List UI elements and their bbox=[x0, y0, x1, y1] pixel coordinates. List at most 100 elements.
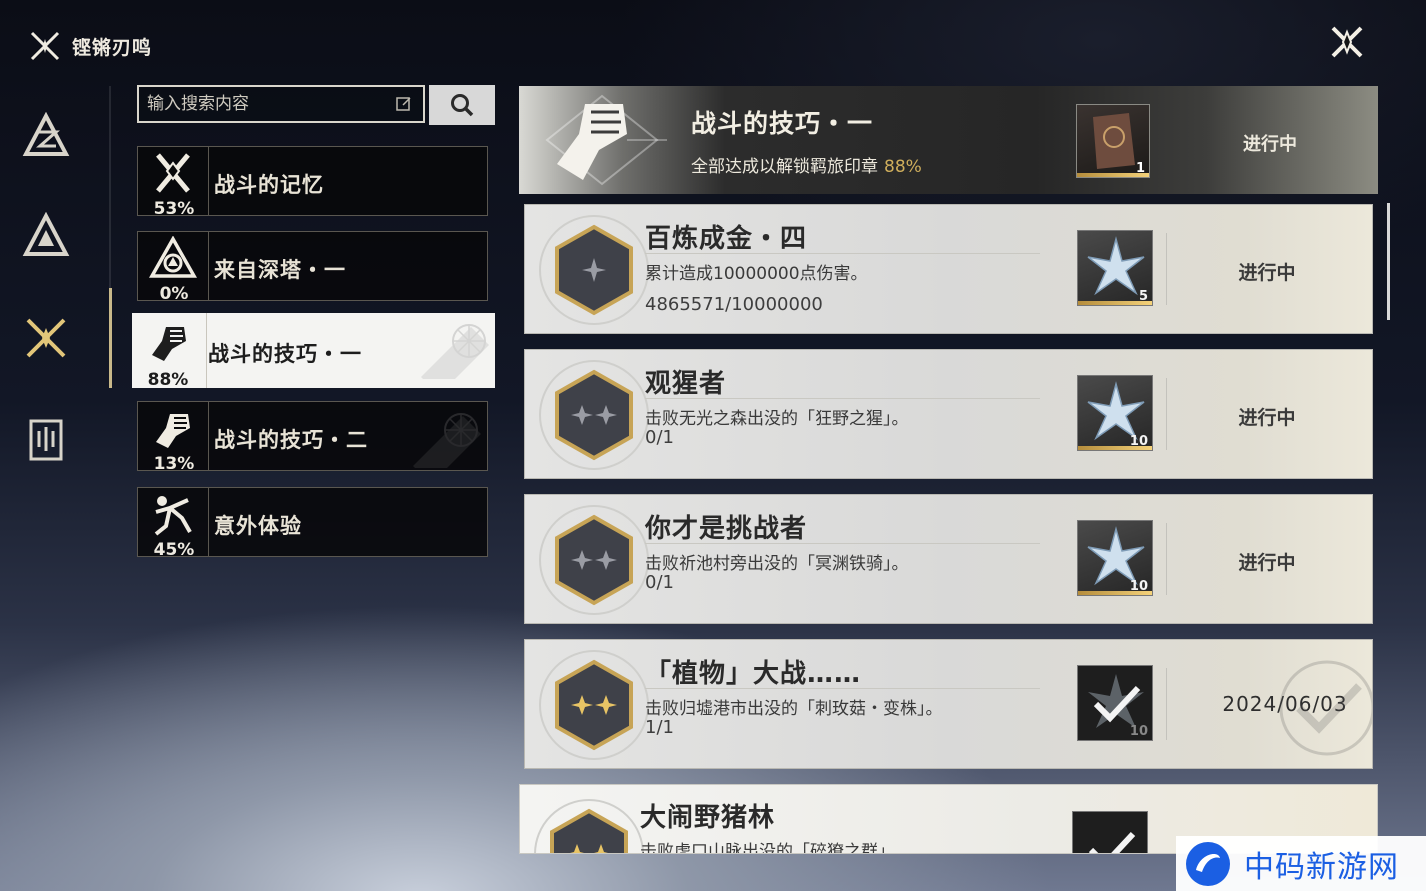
close-button[interactable] bbox=[1325, 20, 1369, 64]
reward-slot-claimed[interactable] bbox=[1072, 811, 1148, 853]
category-icon-box: 0% bbox=[138, 232, 209, 301]
app-header: 铿锵刃鸣 bbox=[28, 26, 152, 66]
divider bbox=[645, 398, 1040, 399]
achievement-status: 进行中 bbox=[1238, 552, 1296, 574]
divider bbox=[1166, 668, 1167, 740]
summary-reward-slot[interactable]: 1 bbox=[1076, 104, 1150, 178]
achievement-title: 观猩者 bbox=[645, 369, 727, 399]
app-title: 铿锵刃鸣 bbox=[72, 36, 153, 59]
reward-slot[interactable]: 5 bbox=[1077, 230, 1153, 306]
fist-icon bbox=[152, 327, 186, 361]
category-label: 来自深塔・一 bbox=[214, 258, 346, 282]
rail-tab-combat[interactable] bbox=[20, 110, 72, 162]
achievement-status: 进行中 bbox=[1238, 262, 1296, 284]
summary-percent: 88% bbox=[884, 157, 922, 177]
category-item[interactable]: 13% 战斗的技巧・二 bbox=[137, 401, 488, 471]
summary-description: 全部达成以解锁羁旅印章 88% bbox=[691, 152, 922, 177]
achievement-progress: 1/1 bbox=[645, 717, 674, 738]
category-percent: 13% bbox=[153, 454, 195, 471]
reward-slot-claimed[interactable]: 10 bbox=[1077, 665, 1153, 741]
achievement-title: 大闹野猪林 bbox=[640, 803, 776, 833]
fist-emblem-icon bbox=[545, 94, 667, 186]
peak-emblem-icon bbox=[22, 212, 70, 256]
search-icon bbox=[451, 94, 474, 117]
divider bbox=[645, 253, 1040, 254]
achievement-card: 你才是挑战者 击败祈池村旁出没的「冥渊铁骑」。 0/1 10 进行中 bbox=[524, 494, 1373, 624]
book-icon bbox=[29, 419, 63, 461]
category-item[interactable]: 53% 战斗的记忆 bbox=[137, 146, 488, 216]
achievement-title: 「植物」大战…… bbox=[645, 659, 862, 689]
rail-tab-blades[interactable] bbox=[20, 312, 72, 364]
reward-slot[interactable]: 10 bbox=[1077, 375, 1153, 451]
list-scrollbar[interactable] bbox=[1387, 203, 1390, 320]
achievement-description: 累计造成10000000点伤害。 bbox=[645, 264, 868, 284]
achievement-title: 你才是挑战者 bbox=[645, 514, 808, 544]
category-label: 意外体验 bbox=[214, 514, 302, 538]
crossed-blades-logo-icon bbox=[30, 31, 60, 61]
reward-rarity-bar bbox=[1077, 173, 1149, 177]
compass-decoration-icon bbox=[413, 413, 481, 468]
category-icon-box: 13% bbox=[138, 402, 209, 471]
achievement-card-completed: 「植物」大战…… 击败归墟港市出没的「刺玫菇・变株」。 1/1 10 2024/… bbox=[524, 639, 1373, 769]
achievement-description: 击败归墟港市出没的「刺玫菇・变株」。 bbox=[645, 699, 943, 719]
site-watermark: 中码新游网 bbox=[1176, 836, 1426, 891]
triangle-emblem-icon bbox=[22, 112, 70, 156]
tower-triangle-icon bbox=[148, 236, 198, 278]
category-item[interactable]: 0% 来自深塔・一 bbox=[137, 231, 488, 301]
reward-rarity-bar bbox=[1078, 591, 1152, 595]
watermark-text: 中码新游网 bbox=[1244, 849, 1399, 885]
category-icon-box: 88% bbox=[132, 313, 207, 388]
achievement-card: 百炼成金・四 累计造成10000000点伤害。 4865571/10000000… bbox=[524, 204, 1373, 334]
category-percent: 0% bbox=[159, 284, 189, 301]
watermark-logo-icon bbox=[1186, 841, 1230, 886]
reward-rarity-bar bbox=[1078, 301, 1152, 305]
achievement-progress: 0/1 bbox=[645, 427, 674, 448]
rail-tab-collection[interactable] bbox=[20, 414, 72, 466]
divider bbox=[645, 543, 1040, 544]
category-icon-box: 53% bbox=[138, 147, 209, 216]
summary-status: 进行中 bbox=[1243, 134, 1297, 155]
reward-slot[interactable]: 10 bbox=[1077, 520, 1153, 596]
category-item[interactable]: 45% 意外体验 bbox=[137, 487, 488, 557]
crossed-blades-icon bbox=[26, 318, 66, 358]
search-button[interactable] bbox=[429, 85, 495, 125]
fist-icon bbox=[156, 414, 190, 448]
achievement-progress: 0/1 bbox=[645, 572, 674, 593]
summary-desc-text: 全部达成以解锁羁旅印章 bbox=[691, 157, 878, 177]
search-input[interactable] bbox=[139, 86, 395, 122]
category-label: 战斗的技巧・二 bbox=[214, 428, 368, 452]
hexagon-medal-icon bbox=[539, 505, 649, 615]
reward-count: 10 bbox=[1129, 724, 1148, 739]
reward-rarity-bar bbox=[1078, 446, 1152, 450]
compass-decoration-icon bbox=[421, 324, 489, 379]
hexagon-medal-icon bbox=[539, 215, 649, 325]
achievement-status: 进行中 bbox=[1238, 407, 1296, 429]
search-box bbox=[137, 85, 425, 123]
falling-person-icon bbox=[154, 496, 192, 536]
crossed-swords-icon bbox=[156, 153, 190, 193]
completed-stamp-icon bbox=[1279, 660, 1372, 756]
achievement-description: 击败虎口山脉出没的「碎獠之群」。 bbox=[640, 842, 904, 854]
divider bbox=[645, 688, 1040, 689]
achievement-title: 百炼成金・四 bbox=[645, 224, 808, 254]
category-item-active[interactable]: 88% 战斗的技巧・一 bbox=[132, 313, 495, 388]
hexagon-medal-gold-icon bbox=[534, 799, 644, 853]
rail-tab-explore[interactable] bbox=[20, 210, 72, 262]
category-icon-box: 45% bbox=[138, 488, 209, 557]
summary-title: 战斗的技巧・一 bbox=[691, 109, 874, 138]
category-percent: 53% bbox=[153, 199, 195, 216]
category-label: 战斗的技巧・一 bbox=[208, 342, 362, 366]
achievement-progress: 4865571/10000000 bbox=[645, 294, 823, 315]
checkmark-icon bbox=[1088, 831, 1136, 853]
achievement-description: 击败祈池村旁出没的「冥渊铁骑」。 bbox=[645, 554, 909, 574]
category-percent: 45% bbox=[153, 540, 195, 557]
category-percent: 88% bbox=[147, 370, 189, 388]
edit-icon bbox=[396, 97, 411, 111]
hexagon-medal-icon bbox=[539, 360, 649, 470]
category-summary: 战斗的技巧・一 全部达成以解锁羁旅印章 88% 1 进行中 bbox=[519, 86, 1378, 194]
rail-active-indicator bbox=[109, 288, 112, 388]
category-label: 战斗的记忆 bbox=[214, 173, 324, 197]
hexagon-medal-gold-icon bbox=[539, 650, 649, 760]
close-icon bbox=[1331, 26, 1363, 58]
achievement-description: 击败无光之森出没的「狂野之猩」。 bbox=[645, 409, 909, 429]
